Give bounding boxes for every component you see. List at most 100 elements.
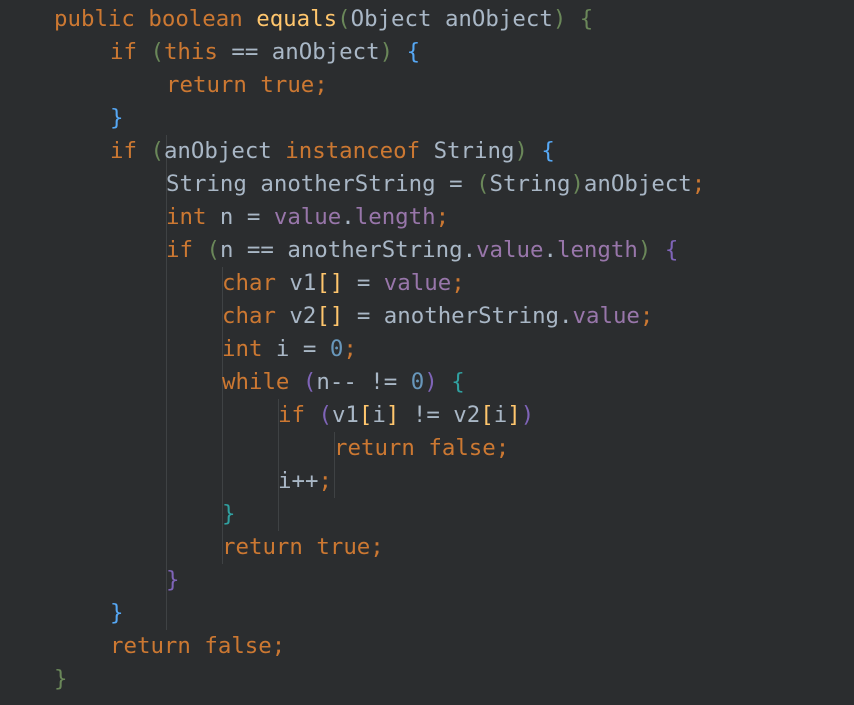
code-line[interactable]: }	[110, 102, 123, 135]
code-token: length	[354, 204, 436, 230]
code-token: i =	[275, 336, 330, 362]
code-line[interactable]: char v2[] = anotherString.value;	[222, 300, 653, 333]
code-token: public boolean	[54, 6, 257, 32]
code-line[interactable]: return true;	[222, 531, 384, 564]
code-token: anObject	[163, 138, 286, 164]
code-token: }	[166, 567, 180, 593]
code-token: 0	[329, 336, 344, 362]
code-token: )	[424, 369, 438, 395]
code-line[interactable]: if (n == anotherString.value.length) {	[166, 234, 678, 267]
code-token: ;	[639, 303, 654, 329]
code-line[interactable]: return false;	[110, 630, 285, 663]
code-token: instanceof	[285, 138, 434, 164]
code-token: (	[318, 402, 332, 428]
code-token: (	[476, 171, 490, 197]
code-token: return true;	[222, 534, 384, 560]
code-token: char	[222, 303, 290, 329]
code-token: (	[150, 138, 164, 164]
code-token: )	[520, 402, 535, 428]
code-line[interactable]: }	[54, 663, 67, 696]
code-line[interactable]: String anotherString = (String)anObject;	[166, 168, 705, 201]
code-token: i	[493, 402, 508, 428]
code-token: .	[341, 204, 355, 230]
code-token: {	[541, 138, 555, 164]
code-line[interactable]: i++;	[278, 465, 332, 498]
code-token: ]	[507, 402, 521, 428]
code-line[interactable]: public boolean equals(Object anObject) {	[54, 3, 593, 36]
code-line[interactable]: int i = 0;	[222, 333, 357, 366]
code-token: v2	[289, 303, 317, 329]
code-token: Object anObject	[350, 6, 553, 32]
code-line[interactable]: int n = value.length;	[166, 201, 449, 234]
code-token: value	[476, 237, 544, 263]
code-token: 0	[410, 369, 425, 395]
code-token: )	[514, 138, 528, 164]
code-line[interactable]: if (v1[i] != v2[i])	[278, 399, 534, 432]
code-token: return false;	[334, 435, 510, 461]
code-token: while	[222, 369, 303, 395]
code-token: i++	[278, 468, 319, 494]
code-token: if	[166, 237, 207, 263]
code-token: return true;	[166, 72, 328, 98]
code-token: n == anotherString.	[219, 237, 477, 263]
code-token: != v2	[399, 402, 481, 428]
code-line[interactable]: char v1[] = value;	[222, 267, 465, 300]
code-token: [	[358, 402, 373, 428]
code-token: v1	[289, 270, 317, 296]
code-line[interactable]: if (anObject instanceof String) {	[110, 135, 555, 168]
code-token: equals	[256, 6, 338, 32]
code-line[interactable]: }	[166, 564, 179, 597]
code-token: )	[637, 237, 652, 263]
code-token: String	[489, 171, 571, 197]
code-token: anObject	[583, 171, 692, 197]
code-token: ;	[435, 204, 450, 230]
code-line[interactable]: if (this == anObject) {	[110, 36, 420, 69]
code-token: char	[222, 270, 290, 296]
code-editor[interactable]: public boolean equals(Object anObject) {…	[0, 0, 854, 705]
code-token: (	[302, 369, 317, 395]
code-token: int	[166, 204, 220, 230]
code-token: }	[54, 666, 68, 692]
code-line[interactable]: return true;	[166, 69, 328, 102]
code-token: value	[383, 270, 452, 296]
code-token: ;	[318, 468, 332, 494]
code-token: ;	[451, 270, 465, 296]
code-token: []	[316, 270, 344, 296]
code-token: }	[222, 501, 236, 527]
code-token: == anObject	[217, 39, 380, 65]
code-token: String anotherString =	[166, 171, 477, 197]
code-token: length	[556, 237, 638, 263]
code-token: ;	[691, 171, 706, 197]
code-token: if	[110, 138, 151, 164]
code-token: n =	[219, 204, 274, 230]
code-token: v1	[331, 402, 359, 428]
code-token: (	[206, 237, 220, 263]
code-token: )	[570, 171, 584, 197]
code-token: {	[664, 237, 679, 263]
code-line[interactable]: }	[222, 498, 235, 531]
code-token: value	[273, 204, 342, 230]
code-token: if	[278, 402, 319, 428]
code-token: .	[543, 237, 557, 263]
code-line[interactable]: while (n-- != 0) {	[222, 366, 465, 399]
code-token: {	[406, 39, 421, 65]
code-line[interactable]: }	[110, 597, 123, 630]
code-token: )	[552, 6, 567, 32]
code-token: }	[110, 105, 124, 131]
code-token: =	[343, 270, 384, 296]
code-token: {	[451, 369, 465, 395]
code-token: )	[379, 39, 394, 65]
code-token: String	[433, 138, 515, 164]
code-token: (	[337, 6, 351, 32]
code-token: this	[163, 39, 218, 65]
code-token: if	[110, 39, 151, 65]
code-token: = anotherString.	[343, 303, 573, 329]
code-line[interactable]: return false;	[334, 432, 509, 465]
code-token: value	[572, 303, 640, 329]
code-token: int	[222, 336, 276, 362]
code-token: ;	[343, 336, 357, 362]
code-token: i	[372, 402, 386, 428]
